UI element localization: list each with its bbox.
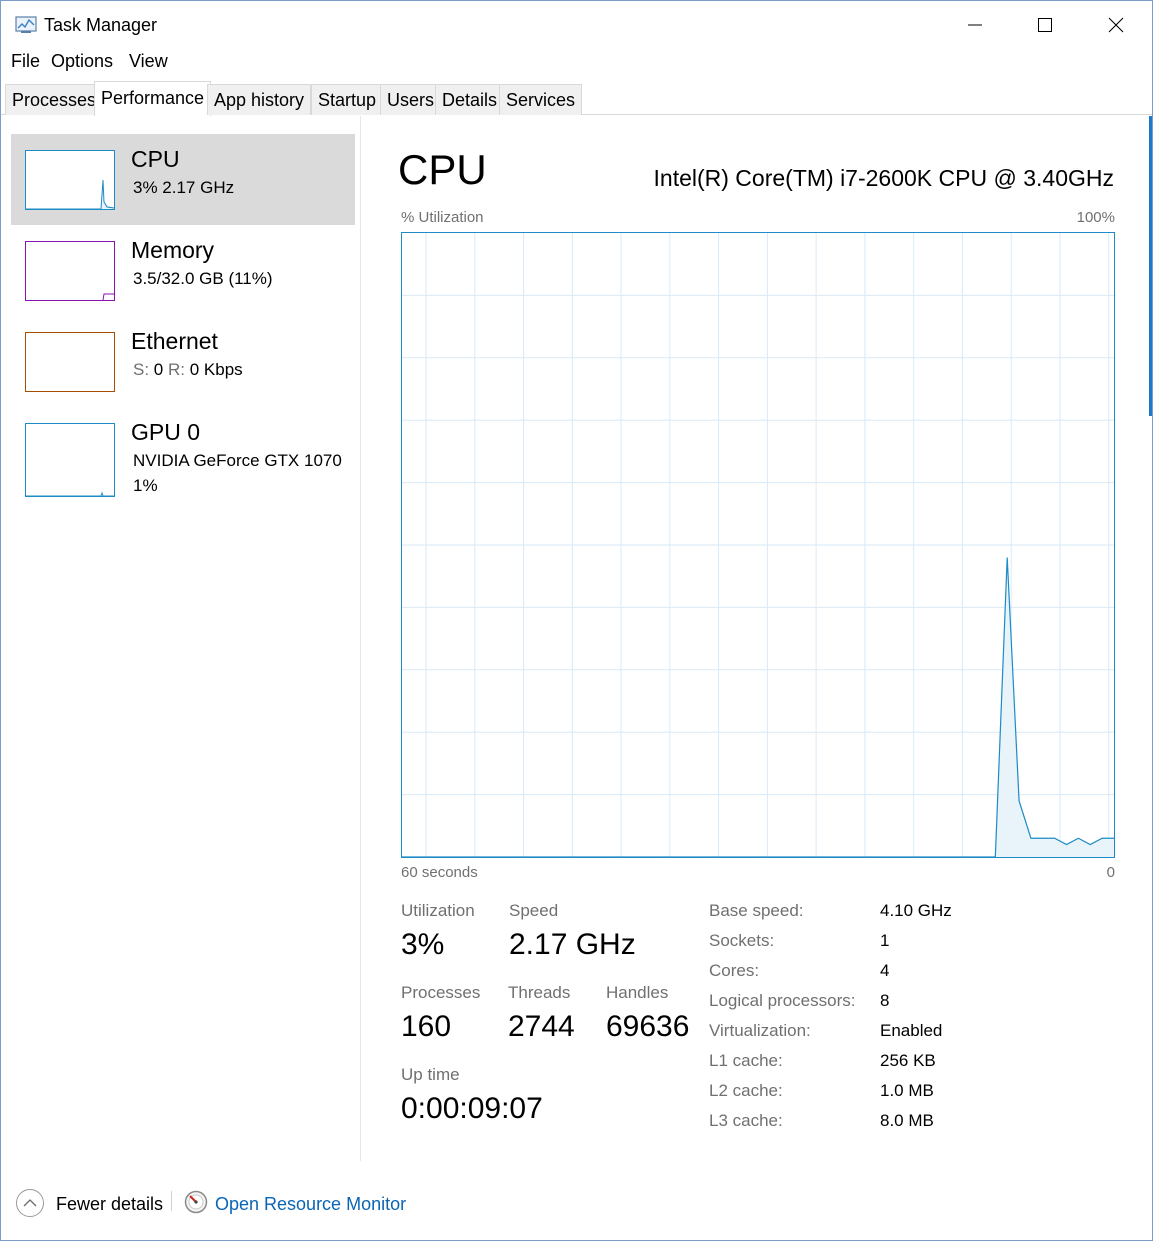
menu-options[interactable]: Options (51, 51, 113, 72)
maximize-icon (1038, 18, 1052, 32)
cpu-thumbnail-graph (25, 150, 115, 210)
tab-strip: Processes Performance App history Startu… (1, 81, 1152, 116)
tab-startup[interactable]: Startup (311, 84, 384, 115)
task-manager-window: Task Manager File Options View Processes… (0, 0, 1153, 1241)
l3-cache-value: 8.0 MB (880, 1111, 934, 1130)
l1-cache-label: L1 cache: (709, 1051, 783, 1070)
close-button[interactable] (1081, 1, 1151, 49)
fewer-details-link[interactable]: Fewer details (56, 1194, 163, 1215)
utilization-label: Utilization (401, 901, 475, 920)
tab-app-history[interactable]: App history (207, 84, 312, 115)
sidebar-item-memory[interactable]: Memory 3.5/32.0 GB (11%) (11, 225, 355, 316)
sidebar-item-gpu[interactable]: GPU 0 NVIDIA GeForce GTX 1070 1% (11, 407, 355, 507)
base-speed-value: 4.10 GHz (880, 901, 952, 920)
memory-thumbnail-graph (25, 241, 115, 301)
graph-max-label: 100% (1076, 209, 1115, 226)
ethernet-receive-value: 0 Kbps (189, 360, 243, 379)
sidebar-gpu-model: NVIDIA GeForce GTX 1070 (133, 451, 342, 470)
logical-processors-label: Logical processors: (709, 991, 856, 1010)
cpu-model-name: Intel(R) Core(TM) i7-2600K CPU @ 3.40GHz (653, 165, 1114, 191)
resource-monitor-icon (184, 1190, 208, 1214)
task-manager-app-icon (15, 16, 37, 33)
processes-label: Processes (401, 983, 481, 1002)
tab-users[interactable]: Users (380, 84, 442, 115)
uptime-value: 0:00:09:07 (401, 1092, 543, 1125)
title-bar[interactable]: Task Manager (1, 1, 1152, 49)
graph-min-label: 0 (1106, 864, 1115, 881)
cpu-utilization-area (402, 557, 1114, 857)
sidebar-gpu-title: GPU 0 (131, 419, 201, 445)
ethernet-send-label: S: (133, 360, 150, 379)
minimize-icon (968, 24, 982, 26)
sidebar-gpu-usage: 1% (133, 476, 158, 495)
virtualization-value: Enabled (880, 1021, 943, 1040)
l3-cache-label: L3 cache: (709, 1111, 783, 1130)
utilization-value: 3% (401, 928, 445, 961)
threads-label: Threads (508, 983, 571, 1002)
graph-time-label: 60 seconds (401, 864, 478, 881)
maximize-button[interactable] (1010, 1, 1080, 49)
close-icon (1108, 17, 1124, 33)
ethernet-thumbnail-graph (25, 332, 115, 392)
handles-label: Handles (606, 983, 669, 1002)
sidebar-memory-title: Memory (131, 237, 215, 263)
logical-processors-value: 8 (880, 991, 890, 1010)
handles-value: 69636 (606, 1010, 690, 1043)
uptime-label: Up time (401, 1065, 460, 1084)
cores-label: Cores: (709, 961, 760, 980)
processes-value: 160 (401, 1010, 452, 1043)
sidebar-item-cpu[interactable]: CPU 3% 2.17 GHz (11, 134, 355, 225)
sidebar-cpu-title: CPU (131, 146, 180, 172)
sidebar-memory-usage: 3.5/32.0 GB (11%) (133, 269, 273, 288)
tab-services[interactable]: Services (499, 84, 583, 115)
tab-processes[interactable]: Processes (5, 84, 104, 115)
cores-value: 4 (880, 961, 890, 980)
utilization-axis-label: % Utilization (401, 209, 484, 226)
page-title: CPU (398, 146, 487, 193)
sidebar-ethernet-title: Ethernet (131, 328, 218, 354)
tab-details[interactable]: Details (435, 84, 505, 115)
minimize-button[interactable] (940, 1, 1010, 49)
footer-bar: Fewer details Open Resource Monitor (1, 1161, 1152, 1241)
cpu-detail-panel: CPU Intel(R) Core(TM) i7-2600K CPU @ 3.4… (362, 116, 1152, 1161)
gpu-thumbnail-graph (25, 423, 115, 497)
fewer-details-button[interactable] (15, 1188, 45, 1218)
window-title: Task Manager (44, 15, 158, 35)
ethernet-receive-label: R: (168, 360, 185, 379)
chevron-up-circle-icon (16, 1189, 44, 1217)
sockets-label: Sockets: (709, 931, 775, 950)
virtualization-label: Virtualization: (709, 1021, 811, 1040)
sidebar-cpu-usage: 3% 2.17 GHz (133, 178, 235, 197)
tab-performance[interactable]: Performance (94, 81, 212, 116)
open-resource-monitor-link[interactable]: Open Resource Monitor (215, 1194, 406, 1215)
speed-value: 2.17 GHz (509, 928, 636, 961)
threads-value: 2744 (508, 1010, 575, 1043)
base-speed-label: Base speed: (709, 901, 804, 920)
sidebar-ethernet-throughput: S: 0 R: 0 Kbps (133, 360, 243, 380)
menu-file[interactable]: File (11, 51, 40, 72)
vertical-scrollbar[interactable] (1149, 116, 1152, 416)
l2-cache-value: 1.0 MB (880, 1081, 934, 1100)
l2-cache-label: L2 cache: (709, 1081, 783, 1100)
speed-label: Speed (509, 901, 559, 920)
sockets-value: 1 (880, 931, 890, 950)
cpu-utilization-graph (401, 232, 1115, 858)
footer-divider (171, 1191, 172, 1211)
sidebar-item-ethernet[interactable]: Ethernet S: 0 R: 0 Kbps (11, 316, 355, 407)
menu-view[interactable]: View (129, 51, 168, 72)
resource-sidebar: CPU 3% 2.17 GHz Memory 3.5/32.0 GB (11%)… (1, 116, 361, 1161)
l1-cache-value: 256 KB (880, 1051, 936, 1070)
ethernet-send-value: 0 (153, 360, 164, 379)
